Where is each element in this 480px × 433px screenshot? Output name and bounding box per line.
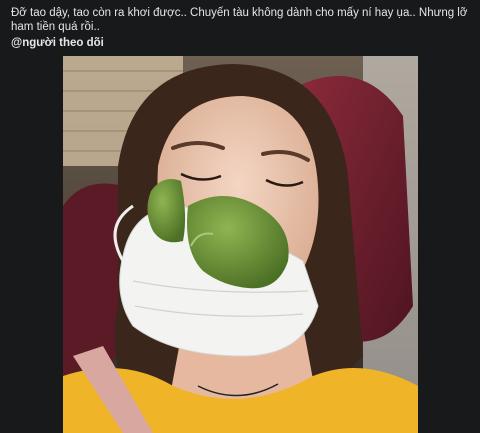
- mention-tag[interactable]: @người theo dõi: [11, 37, 104, 49]
- post-caption: Đỡ tao dậy, tao còn ra khơi được.. Chuyế…: [11, 7, 468, 33]
- post-photo[interactable]: [63, 56, 418, 433]
- photo-illustration: [63, 56, 418, 433]
